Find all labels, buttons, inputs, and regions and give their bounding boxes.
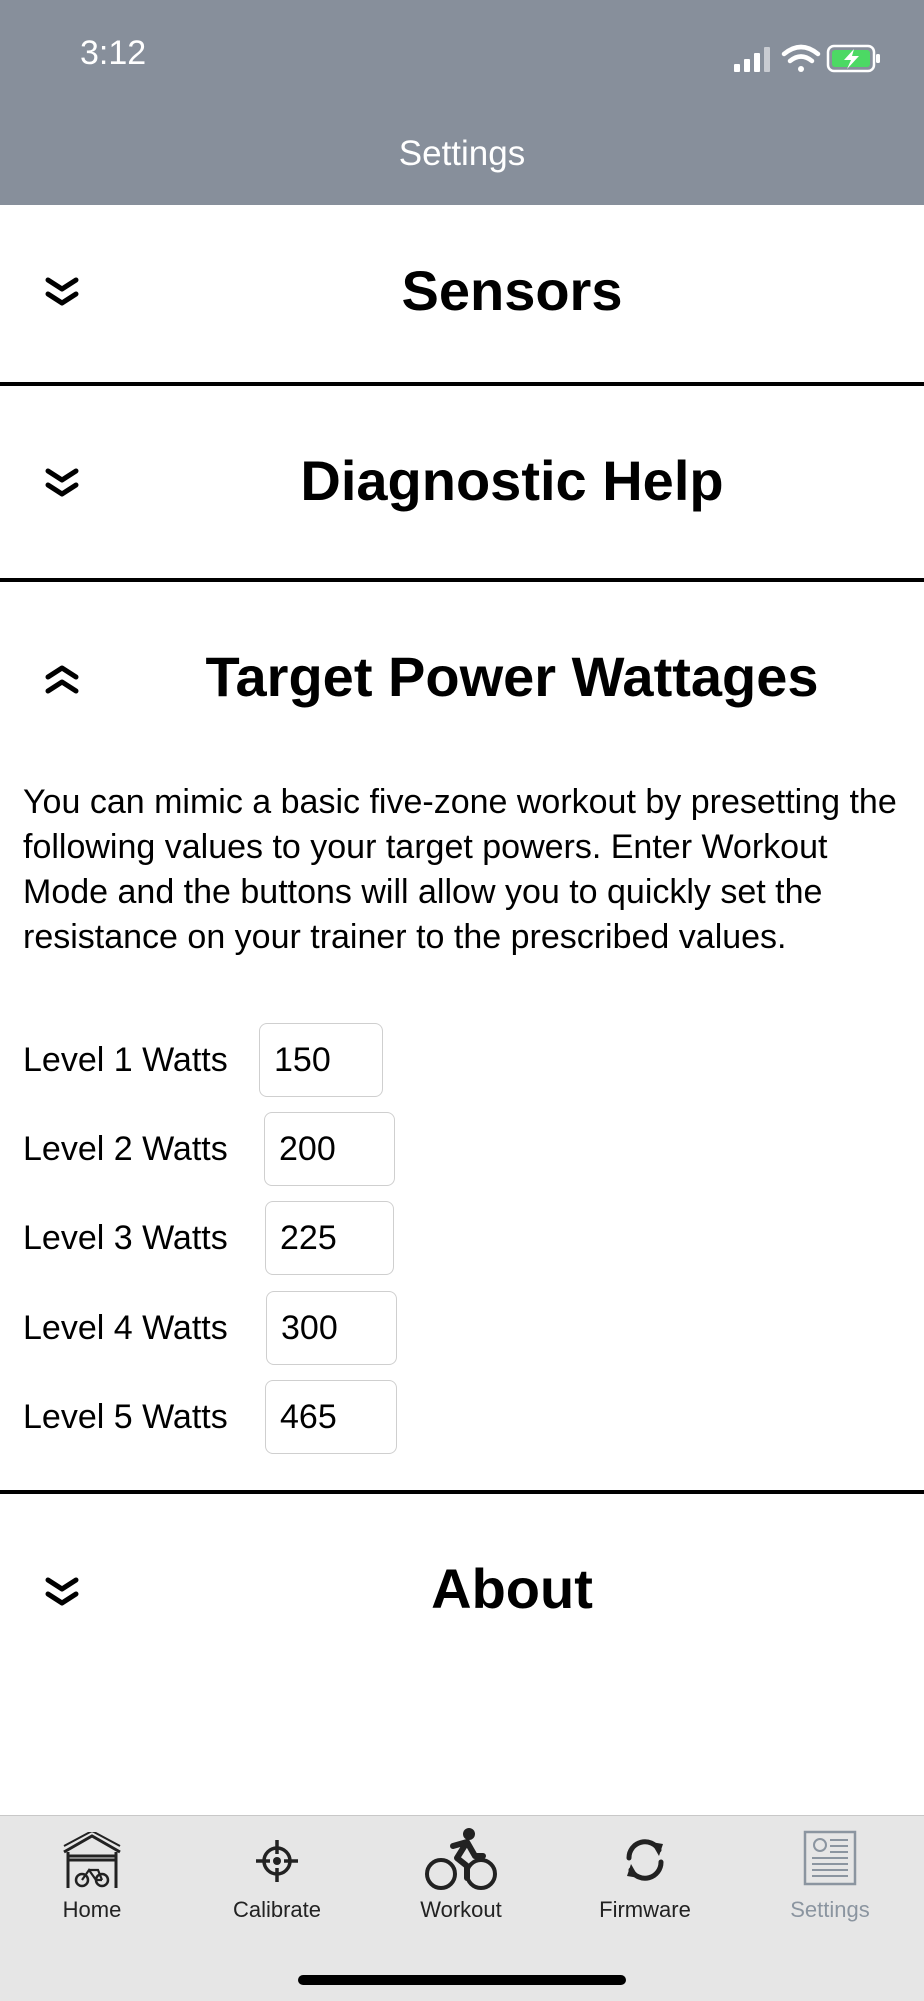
tab-label: Settings: [790, 1897, 870, 1922]
refresh-icon: [626, 1839, 664, 1881]
level-4-watts-input[interactable]: [266, 1291, 397, 1365]
tab-workout[interactable]: Workout: [369, 1816, 553, 1936]
page-title: Settings: [398, 134, 526, 173]
level-label: Level 4 Watts: [23, 1309, 228, 1347]
status-icons: [734, 44, 880, 73]
level-label: Level 1 Watts: [23, 1041, 228, 1079]
section-title: Diagnostic Help: [300, 449, 724, 512]
nav-header: 3:12 Settings: [0, 0, 924, 205]
status-time: 3:12: [80, 34, 147, 72]
section-sensors-header[interactable]: Sensors: [0, 205, 924, 385]
tab-label: Firmware: [599, 1897, 691, 1922]
garage-bike-icon: [63, 1832, 121, 1888]
chevron-double-down-icon: [45, 1577, 79, 1606]
target-power-description: You can mimic a basic five-zone workout …: [23, 783, 897, 956]
tab-calibrate[interactable]: Calibrate: [185, 1816, 369, 1936]
cyclist-icon: [425, 1828, 497, 1890]
level-label: Level 2 Watts: [23, 1130, 228, 1168]
tab-firmware[interactable]: Firmware: [553, 1816, 737, 1936]
tab-settings[interactable]: Settings: [738, 1816, 922, 1936]
tab-bar: Home Calibrate Workout Firmware Settings: [0, 1815, 924, 2001]
chevron-double-down-icon: [45, 468, 79, 497]
section-title: Sensors: [401, 259, 623, 322]
level-1-watts-input[interactable]: [259, 1023, 383, 1097]
wifi-icon: [781, 44, 821, 72]
home-indicator: [298, 1975, 626, 1985]
section-about-header[interactable]: About: [0, 1494, 924, 1688]
section-target-power-header[interactable]: Target Power Wattages: [0, 582, 924, 762]
section-title: About: [431, 1557, 593, 1620]
section-diagnostic-help-header[interactable]: Diagnostic Help: [0, 386, 924, 580]
crosshair-icon: [256, 1840, 298, 1882]
level-label: Level 5 Watts: [23, 1398, 228, 1436]
section-title: Target Power Wattages: [205, 645, 819, 708]
settings-document-icon: [803, 1830, 857, 1886]
tab-label: Workout: [420, 1897, 502, 1922]
battery-charging-icon: [826, 44, 880, 73]
chevron-double-up-icon: [45, 665, 79, 694]
level-2-watts-input[interactable]: [264, 1112, 395, 1186]
level-label: Level 3 Watts: [23, 1219, 228, 1257]
tab-label: Home: [62, 1897, 122, 1922]
signal-icon: [734, 47, 770, 72]
tab-label: Calibrate: [232, 1897, 322, 1922]
chevron-double-down-icon: [45, 277, 79, 306]
level-5-watts-input[interactable]: [265, 1380, 397, 1454]
level-3-watts-input[interactable]: [265, 1201, 394, 1275]
tab-home[interactable]: Home: [0, 1816, 184, 1936]
